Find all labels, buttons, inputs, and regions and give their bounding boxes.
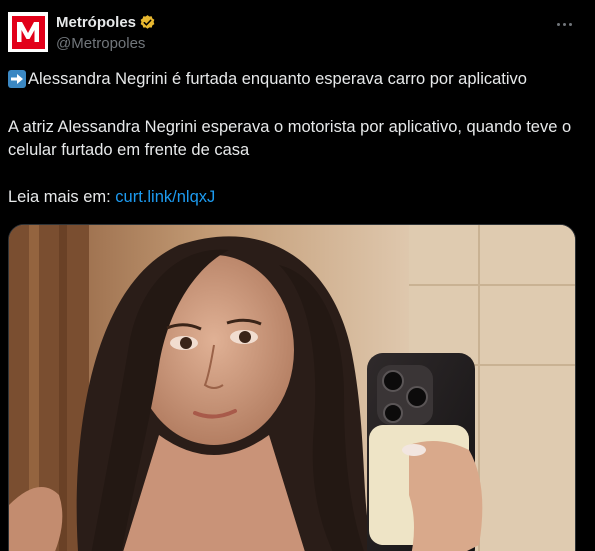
tweet-text: Alessandra Negrini é furtada enquanto es…: [8, 66, 578, 209]
tweet-header: Metrópoles @Metropoles: [56, 12, 156, 56]
selfie-photo-image: [9, 225, 575, 551]
avatar[interactable]: [8, 12, 48, 52]
metropoles-logo-icon: [11, 15, 45, 49]
tweet-media[interactable]: [8, 224, 576, 551]
tweet-card[interactable]: Metrópoles @Metropoles Alessandra Negrin…: [0, 0, 595, 551]
right-arrow-emoji-icon: [8, 70, 26, 88]
verified-badge-icon[interactable]: [139, 14, 156, 31]
read-more-label: Leia mais em:: [8, 188, 116, 206]
name-row: Metrópoles: [56, 12, 156, 32]
display-name[interactable]: Metrópoles: [56, 14, 136, 31]
headline: Alessandra Negrini é furtada enquanto es…: [8, 66, 578, 92]
handle[interactable]: @Metropoles: [56, 35, 156, 52]
more-options-icon[interactable]: [551, 14, 577, 34]
read-more: Leia mais em: curt.link/nlqxJ: [8, 186, 578, 209]
body-text: A atriz Alessandra Negrini esperava o mo…: [8, 118, 572, 159]
headline-text: Alessandra Negrini é furtada enquanto es…: [28, 69, 527, 88]
read-more-link[interactable]: curt.link/nlqxJ: [115, 188, 215, 206]
